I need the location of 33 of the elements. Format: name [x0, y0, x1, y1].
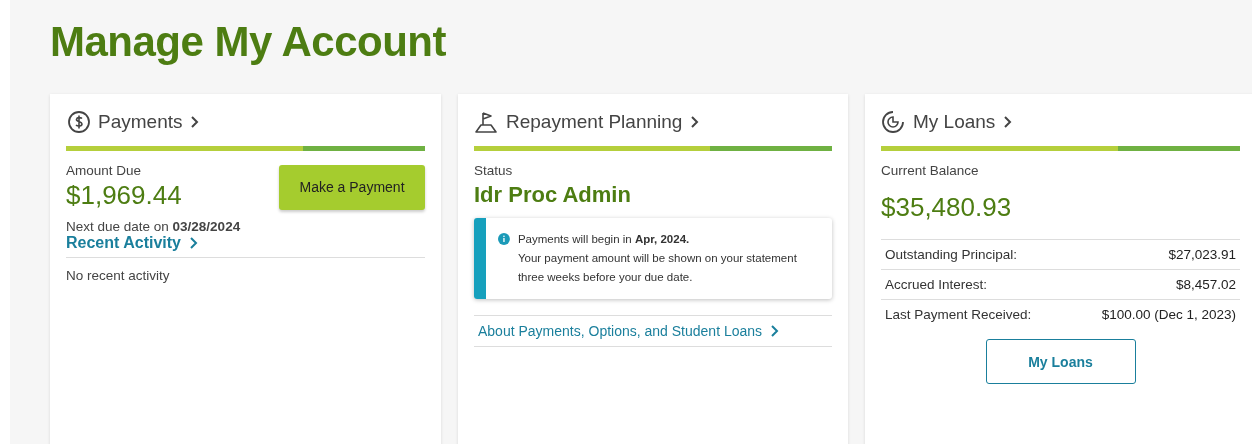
current-balance: $35,480.93	[881, 192, 1013, 223]
status-value: Idr Proc Admin	[474, 182, 632, 208]
row-label: Outstanding Principal:	[885, 247, 1018, 262]
chevron-right-icon	[190, 116, 200, 128]
row-label: Accrued Interest:	[885, 277, 988, 292]
page-title: Manage My Account	[50, 17, 447, 67]
info-icon	[498, 230, 510, 248]
balance-label: Current Balance	[881, 163, 980, 178]
chevron-right-icon	[770, 325, 780, 337]
card-title-link[interactable]: My Loans	[913, 111, 996, 133]
due-date-text: Next due date on 03/28/2024	[66, 219, 242, 234]
amount-label: Amount Due	[66, 163, 143, 178]
flag-icon	[474, 110, 498, 134]
notice-text: Payments will begin in Apr, 2024.	[517, 232, 691, 247]
card-title-link[interactable]: Payments	[98, 111, 183, 133]
dollar-coin-icon	[66, 110, 90, 134]
card-title-link[interactable]: Repayment Planning	[506, 111, 683, 133]
notice-text: Your payment amount will be shown on your statement three weeks before your due date.	[517, 251, 798, 285]
my-loans-button[interactable]: My Loans	[985, 339, 1136, 384]
row-value: $8,457.02	[1175, 277, 1236, 292]
chevron-right-icon	[690, 116, 700, 128]
row-label: Last Payment Received:	[885, 307, 1032, 322]
chevron-right-icon	[189, 237, 198, 249]
row-value: $100.00 (Dec 1, 2023)	[1101, 307, 1236, 322]
row-value: $27,023.91	[1168, 247, 1236, 262]
amount-due: $1,969.44	[66, 180, 182, 211]
status-label: Status	[474, 163, 514, 178]
pie-chart-icon	[881, 110, 905, 134]
empty-activity-text: No recent activity	[66, 268, 171, 283]
about-payments-link[interactable]: About Payments, Options, and Student Loans	[478, 323, 763, 339]
chevron-right-icon	[1003, 116, 1013, 128]
recent-activity-link[interactable]: Recent Activity	[66, 234, 181, 252]
make-payment-button[interactable]: Make a Payment	[279, 164, 425, 210]
